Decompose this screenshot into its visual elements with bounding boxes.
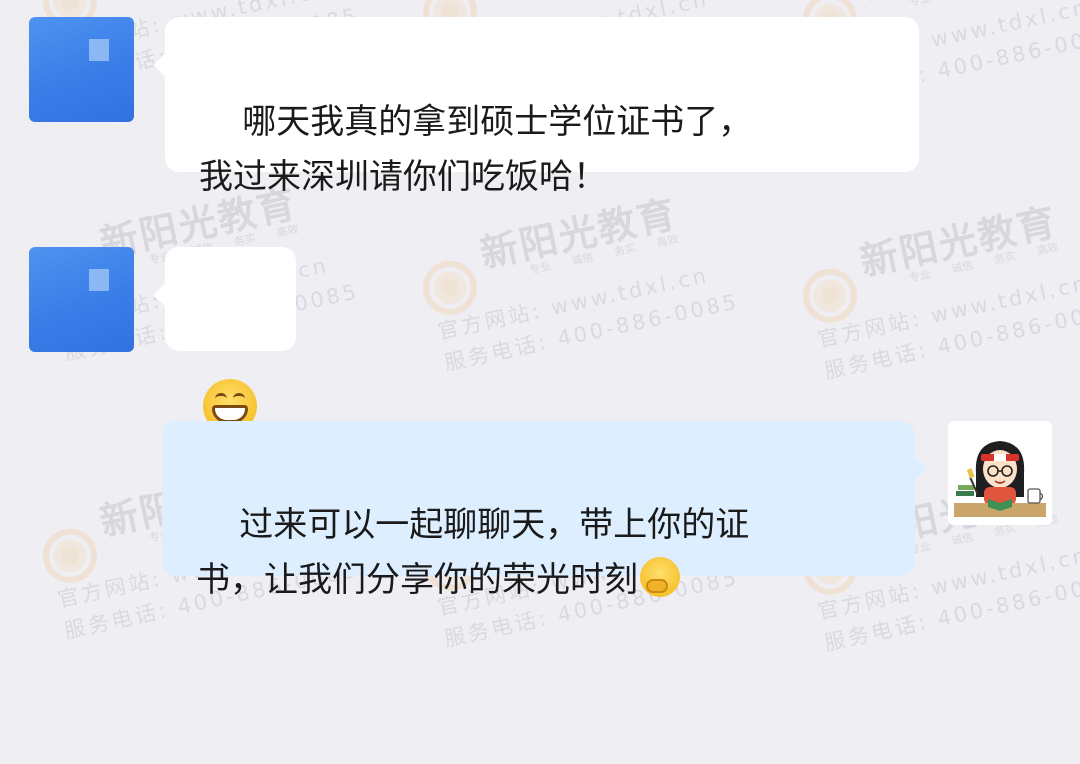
avatar[interactable] [29,247,134,352]
message-bubble-incoming[interactable] [153,247,296,433]
face-with-hand-over-mouth-icon [640,557,680,597]
message-text-line: 过来可以一起聊聊天，带上你的证 [239,505,750,545]
studying-girl-avatar-icon [948,421,1052,525]
message-bubble-outgoing[interactable]: 过来可以一起聊聊天，带上你的证书，让我们分享你的荣光时刻 [162,421,927,600]
avatar-blur-pixel [89,269,109,291]
avatar[interactable] [29,17,134,122]
message-bubble-incoming[interactable]: 哪天我真的拿到硕士学位证书了， 我过来深圳请你们吃饭哈！ [153,17,919,197]
message-text: 哪天我真的拿到硕士学位证书了， 我过来深圳请你们吃饭哈！ [199,102,753,197]
avatar[interactable] [948,421,1052,525]
message-text-line: 书，让我们分享你的荣光时刻 [196,560,638,600]
chat-thread: 哪天我真的拿到硕士学位证书了， 我过来深圳请你们吃饭哈！ 过来可以一起聊聊天，带… [0,0,1080,671]
avatar-blur-pixel [89,39,109,61]
